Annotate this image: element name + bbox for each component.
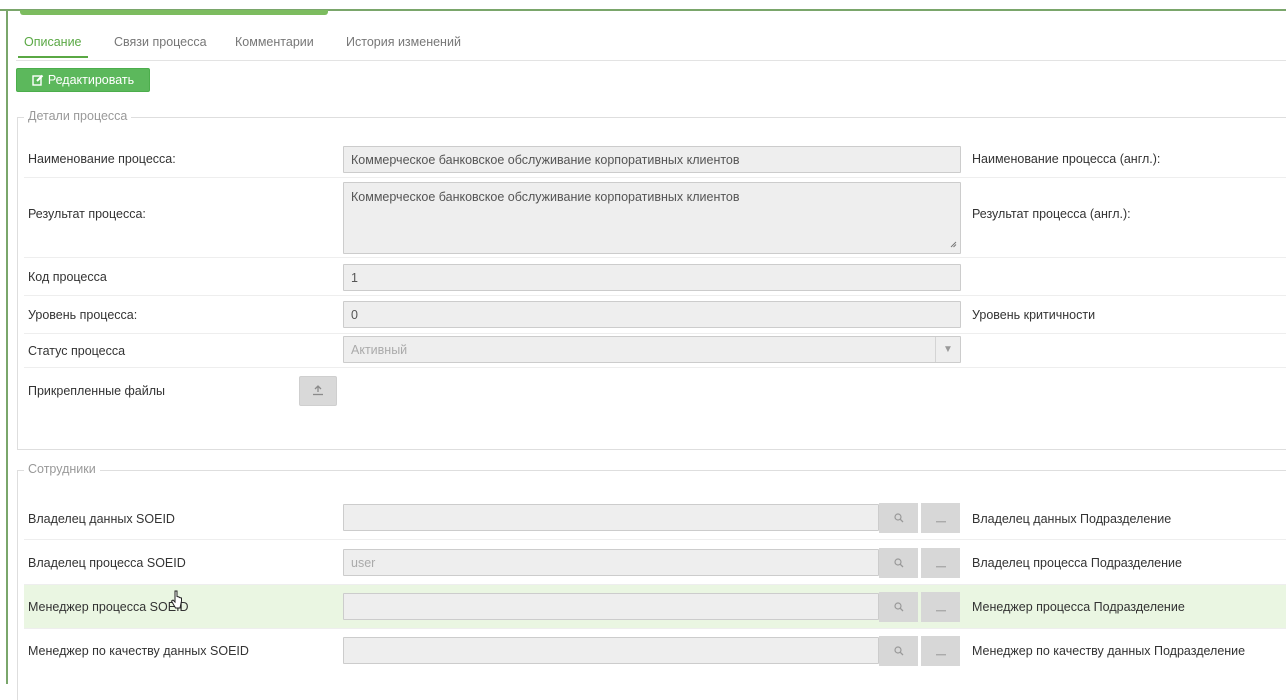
search-icon: [893, 556, 904, 571]
process-owner-soeid-field[interactable]: user: [343, 549, 879, 576]
minus-icon: [935, 511, 946, 526]
search-icon: [893, 600, 904, 615]
minus-icon: [935, 556, 946, 571]
search-icon: [893, 511, 904, 526]
process-manager-soeid-field[interactable]: [343, 593, 879, 620]
process-result-textarea[interactable]: Коммерческое банковское обслуживание кор…: [343, 182, 961, 254]
tab-comments[interactable]: Комментарии: [235, 35, 314, 49]
tab-change-history[interactable]: История изменений: [346, 35, 461, 49]
process-manager-search-button[interactable]: [879, 592, 918, 622]
data-quality-manager-clear-button[interactable]: [921, 636, 960, 666]
process-status-label: Статус процесса: [28, 344, 126, 358]
attached-files-row: Прикрепленные файлы: [24, 368, 1286, 418]
process-level-label: Уровень процесса:: [28, 308, 138, 322]
data-quality-manager-department-label: Менеджер по качеству данных Подразделени…: [972, 644, 1246, 658]
window-frame-left: [6, 9, 8, 684]
data-quality-manager-soeid-label: Менеджер по качеству данных SOEID: [28, 644, 249, 658]
process-details-fieldset: Детали процесса Наименование процесса: К…: [17, 109, 1286, 450]
tab-process-links[interactable]: Связи процесса: [114, 35, 207, 49]
data-owner-row: Владелец данных SOEID Владелец данных По…: [24, 496, 1286, 540]
minus-icon: [935, 644, 946, 659]
data-owner-search-button[interactable]: [879, 503, 918, 533]
mouse-cursor-icon: [170, 590, 183, 613]
process-level-row: Уровень процесса: 0 Уровень критичности: [24, 296, 1286, 334]
chevron-down-icon[interactable]: ▼: [935, 337, 960, 362]
edit-button-label: Редактировать: [47, 73, 135, 87]
resize-grip-icon[interactable]: [950, 237, 957, 251]
process-status-select[interactable]: Активный ▼: [343, 336, 961, 363]
data-owner-soeid-label: Владелец данных SOEID: [28, 512, 175, 526]
process-code-label: Код процесса: [28, 270, 107, 284]
upload-icon: [312, 384, 324, 399]
criticality-level-label: Уровень критичности: [972, 308, 1096, 322]
edit-button[interactable]: Редактировать: [16, 68, 150, 92]
process-manager-clear-button[interactable]: [921, 592, 960, 622]
process-manager-row: Менеджер процесса SOEID Менеджер процесс…: [24, 585, 1286, 629]
process-name-field[interactable]: Коммерческое банковское обслуживание кор…: [343, 146, 961, 173]
edit-icon: [32, 74, 44, 86]
process-owner-department-label: Владелец процесса Подразделение: [972, 556, 1182, 570]
data-owner-clear-button[interactable]: [921, 503, 960, 533]
tab-description[interactable]: Описание: [18, 35, 87, 58]
tab-bar: Описание Связи процесса Комментарии Исто…: [16, 30, 1286, 61]
process-status-value: Активный: [351, 342, 408, 357]
process-details-legend: Детали процесса: [24, 109, 132, 123]
employees-legend: Сотрудники: [24, 462, 100, 476]
process-name-label: Наименование процесса:: [28, 152, 176, 166]
employees-fieldset: Сотрудники Владелец данных SOEID Владеле…: [17, 462, 1286, 700]
process-owner-row: Владелец процесса SOEID user Владелец пр…: [24, 540, 1286, 585]
data-quality-manager-search-button[interactable]: [879, 636, 918, 666]
attached-files-label: Прикрепленные файлы: [28, 384, 166, 398]
process-status-row: Статус процесса Активный ▼: [24, 334, 1286, 368]
process-result-label: Результат процесса:: [28, 207, 146, 221]
process-result-value: Коммерческое банковское обслуживание кор…: [351, 190, 740, 204]
minus-icon: [935, 600, 946, 615]
process-level-field[interactable]: 0: [343, 301, 961, 328]
search-icon: [893, 644, 904, 659]
process-manager-soeid-label: Менеджер процесса SOEID: [28, 600, 189, 614]
data-quality-manager-row: Менеджер по качеству данных SOEID Менедж…: [24, 629, 1286, 673]
process-code-row: Код процесса 1: [24, 258, 1286, 296]
data-owner-department-label: Владелец данных Подразделение: [972, 512, 1172, 526]
header-accent-bar: [20, 10, 328, 15]
process-owner-clear-button[interactable]: [921, 548, 960, 578]
data-owner-soeid-field[interactable]: [343, 504, 879, 531]
process-name-en-label: Наименование процесса (англ.):: [972, 152, 1161, 166]
upload-button[interactable]: [299, 376, 337, 406]
process-result-row: Результат процесса: Коммерческое банковс…: [24, 178, 1286, 258]
process-manager-department-label: Менеджер процесса Подразделение: [972, 600, 1185, 614]
data-quality-manager-soeid-field[interactable]: [343, 637, 879, 664]
process-result-en-label: Результат процесса (англ.):: [972, 207, 1131, 221]
process-code-field[interactable]: 1: [343, 264, 961, 291]
process-owner-search-button[interactable]: [879, 548, 918, 578]
process-owner-soeid-label: Владелец процесса SOEID: [28, 556, 186, 570]
process-name-row: Наименование процесса: Коммерческое банк…: [24, 140, 1286, 178]
